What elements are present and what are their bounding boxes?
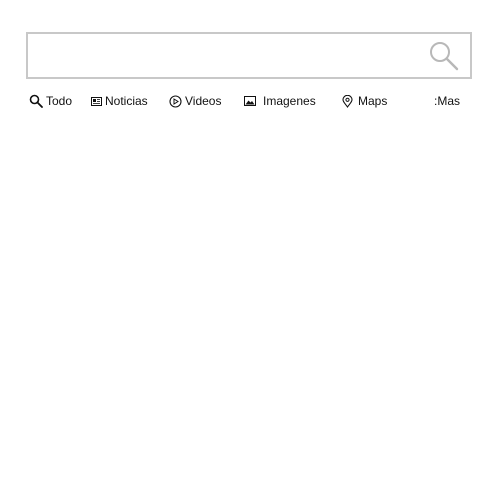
search-box[interactable]: [26, 32, 472, 79]
search-button[interactable]: [428, 40, 460, 72]
search-icon: [29, 94, 43, 108]
tab-label: Imagenes: [263, 94, 316, 108]
tab-news[interactable]: Noticias: [91, 91, 148, 111]
tab-label: Todo: [46, 94, 73, 108]
play-circle-icon: [169, 94, 182, 108]
search-input[interactable]: [34, 40, 414, 70]
search-icon: [430, 42, 459, 71]
newspaper-icon: [91, 96, 102, 106]
tab-label: Maps: [358, 94, 388, 108]
tab-label: :Mas: [434, 94, 461, 108]
map-pin-icon: [342, 94, 353, 108]
tab-label: Noticias: [105, 94, 148, 108]
search-tabs: Todo Noticias Videos Imagenes Maps:Mas: [0, 91, 500, 111]
tab-maps[interactable]: Maps: [342, 91, 387, 111]
image-icon: [244, 96, 256, 106]
tab-label: Videos: [185, 94, 222, 108]
tab-more[interactable]: :Mas: [434, 91, 460, 111]
tab-all[interactable]: Todo: [29, 91, 72, 111]
tab-videos[interactable]: Videos: [169, 91, 221, 111]
tab-images[interactable]: Imagenes: [244, 91, 316, 111]
